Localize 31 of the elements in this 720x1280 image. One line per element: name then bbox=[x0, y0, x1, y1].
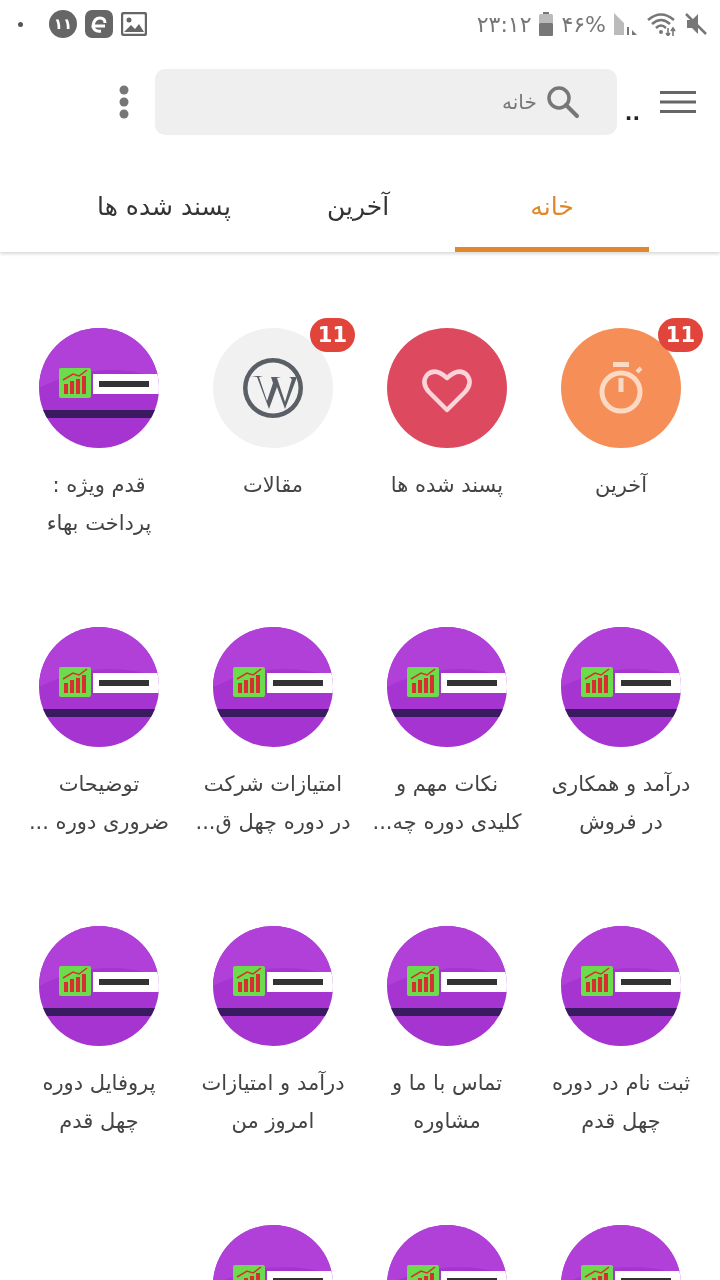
dot-icon bbox=[18, 21, 23, 27]
browser-app-icon bbox=[85, 10, 113, 38]
item-label: پسند شده ها bbox=[390, 472, 504, 499]
item-label: تماس با ما و مشاوره bbox=[391, 1070, 503, 1135]
item-label: قدم ویژه : پرداخت بهاء bbox=[46, 472, 152, 537]
clock-time: ۲۳:۱۲ bbox=[476, 11, 532, 37]
menu-icon bbox=[660, 90, 696, 114]
wifi-icon bbox=[646, 12, 676, 36]
signal-icon bbox=[614, 13, 638, 35]
battery-percent: ۴۶% bbox=[561, 11, 606, 37]
item-label: درآمد و همکاری در فروش bbox=[551, 771, 691, 836]
item-label: امتیازات شرکت در دوره چهل ق... bbox=[195, 771, 351, 836]
item-label: ثبت نام در دوره چهل قدم bbox=[551, 1070, 691, 1135]
count-badge: 11 bbox=[309, 318, 355, 352]
image-icon bbox=[121, 12, 147, 36]
battery-icon bbox=[539, 12, 554, 36]
more-icon bbox=[118, 85, 129, 119]
notification-count: ۱۱ bbox=[49, 10, 77, 38]
item-label: پروفایل دوره چهل قدم bbox=[42, 1070, 156, 1135]
item-label: مقالات bbox=[243, 472, 303, 499]
toolbar-title: .. bbox=[624, 101, 640, 125]
tab[interactable]: آخرین bbox=[261, 156, 455, 252]
item-label: توضیحات ضروری دوره ... bbox=[28, 771, 170, 836]
tab[interactable]: پسند شده ها bbox=[67, 156, 261, 252]
count-badge: 11 bbox=[657, 318, 703, 352]
search-icon bbox=[544, 84, 581, 120]
item-label: نکات مهم و کلیدی دوره چه... bbox=[372, 771, 522, 836]
item-label: درآمد و امتیازات امروز من bbox=[201, 1070, 345, 1135]
mute-icon bbox=[684, 12, 708, 36]
search-field[interactable]: خانه bbox=[154, 69, 617, 135]
item-label: آخرین bbox=[594, 472, 648, 499]
